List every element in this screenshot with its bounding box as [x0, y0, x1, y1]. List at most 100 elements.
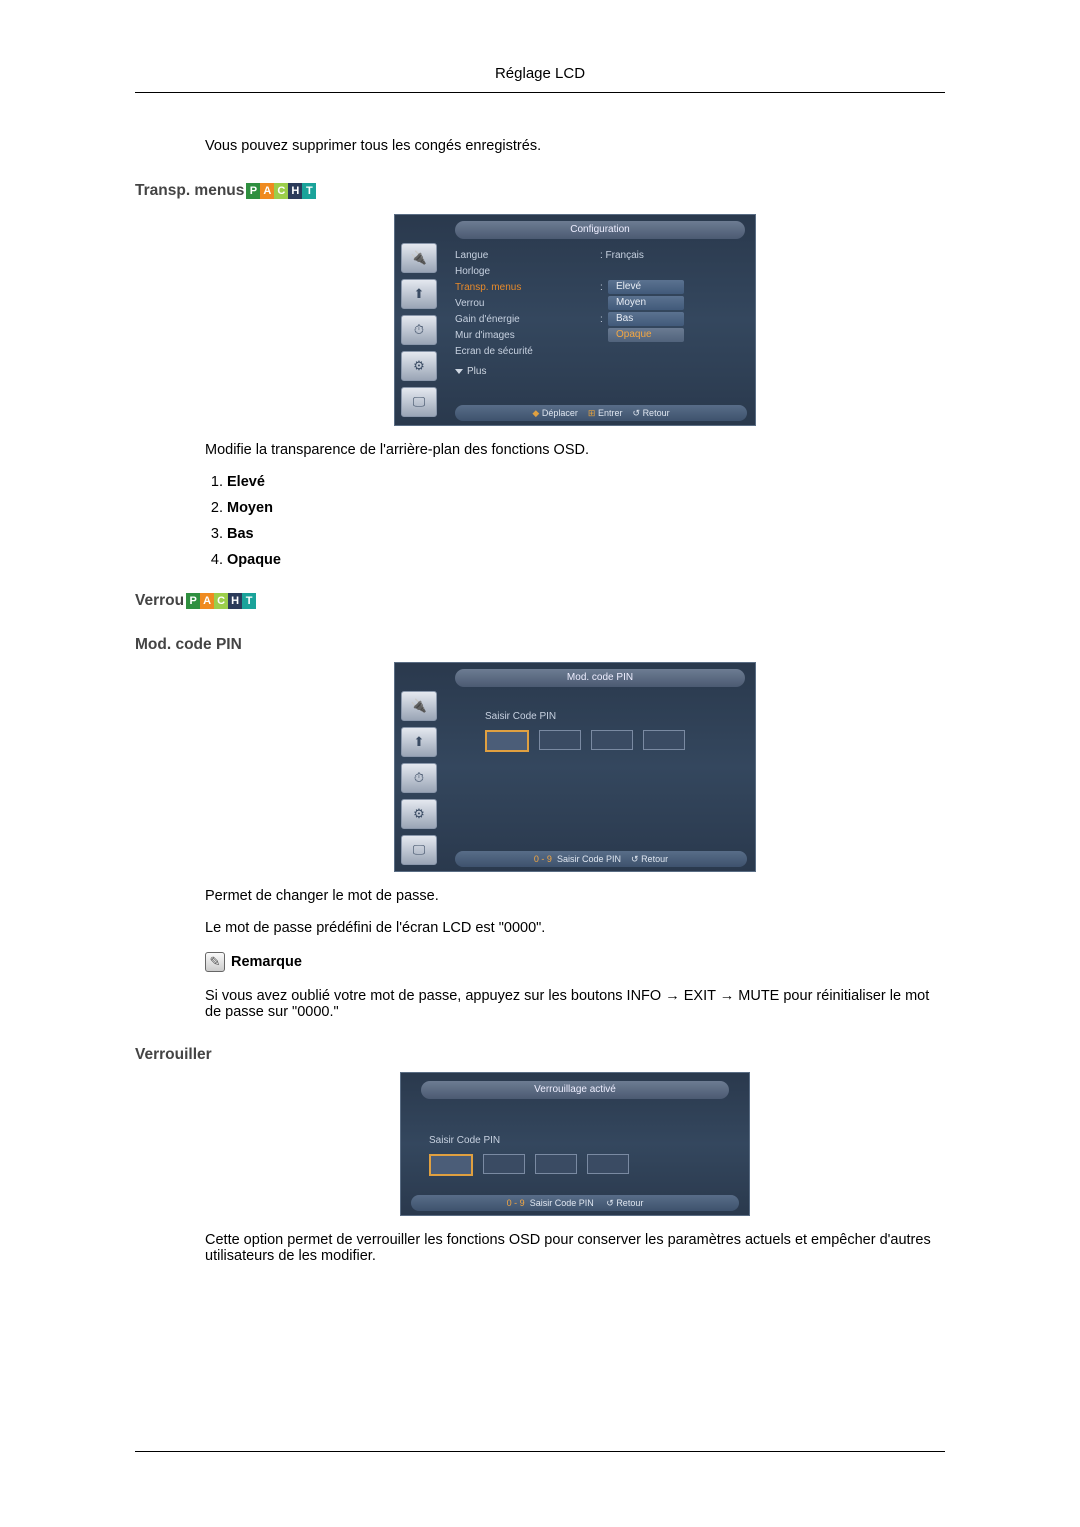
osd1-sep: : [600, 282, 608, 293]
osd3-hint-ret: Retour [616, 1198, 643, 1208]
osd3-body: Saisir Code PIN [401, 1103, 749, 1176]
osd3-hint: 0 - 9 Saisir Code PIN ↺ Retour [411, 1195, 739, 1211]
osd2-title: Mod. code PIN [455, 669, 745, 687]
osd1-row-transp: Transp. menus : Elevé [455, 279, 743, 295]
note-icon: ✎ [205, 952, 225, 972]
modpin-desc2: Le mot de passe prédéfini de l'écran LCD… [205, 920, 945, 936]
verrou-title-text: Verrou [135, 592, 184, 610]
pin-box-2[interactable] [539, 730, 581, 750]
section-transp-title: Transp. menus P A C H T [135, 182, 945, 200]
osd1-opt-moyen: Moyen [608, 296, 684, 310]
osd1-hint: ◆ Déplacer ⊞ Entrer ↺ Retour [455, 405, 747, 421]
osd-modpin: Mod. code PIN 🔌 ⬆ ⏱ ⚙ 🖵 Saisir Code PIN [394, 662, 756, 872]
pacht-badges-2: P A C H T [186, 593, 256, 609]
osd1-body: Langue : Français Horloge Transp. menus … [455, 247, 743, 379]
intro-text: Vous pouvez supprimer tous les congés en… [205, 138, 945, 154]
footer-rule [135, 1451, 945, 1452]
section-verrou-title: Verrou P A C H T [135, 592, 945, 610]
verrouiller-title: Verrouiller [135, 1046, 945, 1064]
osd1-title: Configuration [455, 221, 745, 239]
osd1-hint-enter: Entrer [598, 408, 623, 418]
osd1-sidebar: 🔌 ⬆ ⏱ ⚙ 🖵 [401, 243, 445, 417]
opt-2: Moyen [227, 500, 945, 516]
badge2-t: T [242, 593, 256, 609]
pin-box-1[interactable] [485, 730, 529, 752]
osd3-wrap: Verrouillage activé Saisir Code PIN 0 - … [205, 1072, 945, 1216]
osd1-verrou-label: Verrou [455, 298, 600, 309]
osd2-pin-boxes [485, 730, 743, 752]
osd1-horloge-label: Horloge [455, 266, 600, 277]
badge-p: P [246, 183, 260, 199]
chevron-down-icon [455, 369, 463, 374]
osd3-title: Verrouillage activé [421, 1081, 729, 1099]
osd2-icon-clock: ⏱ [401, 763, 437, 793]
osd-verrouillage: Verrouillage activé Saisir Code PIN 0 - … [400, 1072, 750, 1216]
osd2-icon-screen: 🖵 [401, 835, 437, 865]
osd3-pin-boxes [429, 1154, 749, 1176]
note-text: Si vous avez oublié votre mot de passe, … [205, 988, 945, 1020]
opt-4-label: Opaque [227, 552, 281, 568]
osd3-pin-label: Saisir Code PIN [429, 1103, 749, 1146]
opt-3: Bas [227, 526, 945, 542]
content: Vous pouvez supprimer tous les congés en… [205, 138, 945, 1264]
osd1-langue-label: Langue [455, 250, 600, 261]
osd1-transp-label: Transp. menus [455, 282, 600, 293]
osd1-mur-label: Mur d'images [455, 330, 600, 341]
hint-enter-icon: ⊞ [588, 408, 596, 418]
opt-3-label: Bas [227, 526, 254, 542]
osd2-body: Saisir Code PIN [455, 711, 743, 752]
badge2-c: C [214, 593, 228, 609]
badge2-h: H [228, 593, 242, 609]
osd1-opt-bas: Bas [608, 312, 684, 326]
osd1-gain-label: Gain d'énergie [455, 314, 600, 325]
osd-configuration: Configuration 🔌 ⬆ ⏱ ⚙ 🖵 Langue : Françai… [394, 214, 756, 426]
transp-title-text: Transp. menus [135, 182, 244, 200]
note-row: ✎ Remarque [205, 952, 945, 972]
osd2-hint-digits: 0 - 9 [534, 854, 552, 864]
osd1-wrap: Configuration 🔌 ⬆ ⏱ ⚙ 🖵 Langue : Françai… [205, 214, 945, 426]
opt-1-label: Elevé [227, 474, 265, 490]
hint-dot-icon: ◆ [532, 408, 539, 418]
osd1-hint-ret: Retour [643, 408, 670, 418]
osd2-icon-input: ⬆ [401, 727, 437, 757]
transp-desc: Modifie la transparence de l'arrière-pla… [205, 442, 945, 458]
osd1-row-ecran: Ecran de sécurité [455, 343, 743, 359]
pin3-box-2[interactable] [483, 1154, 525, 1174]
osd2-icon-gear: ⚙ [401, 799, 437, 829]
osd1-row-langue: Langue : Français [455, 247, 743, 263]
opt-1: Elevé [227, 474, 945, 490]
pacht-badges: P A C H T [246, 183, 316, 199]
hint-ret-icon2: ↺ [631, 854, 639, 864]
osd2-sidebar: 🔌 ⬆ ⏱ ⚙ 🖵 [401, 691, 445, 865]
modpin-desc1: Permet de changer le mot de passe. [205, 888, 945, 904]
pin-box-3[interactable] [591, 730, 633, 750]
note-label: Remarque [231, 954, 302, 970]
badge2-a: A [200, 593, 214, 609]
osd1-row-verrou: Verrou Moyen [455, 295, 743, 311]
pin3-box-4[interactable] [587, 1154, 629, 1174]
osd1-langue-value: : Français [600, 250, 644, 261]
pin-box-4[interactable] [643, 730, 685, 750]
osd-icon-gear: ⚙ [401, 351, 437, 381]
pin3-box-3[interactable] [535, 1154, 577, 1174]
osd1-row-horloge: Horloge [455, 263, 743, 279]
opt-4: Opaque [227, 552, 945, 568]
osd1-row-gain: Gain d'énergie : Bas [455, 311, 743, 327]
badge-t: T [302, 183, 316, 199]
modpin-title: Mod. code PIN [135, 636, 945, 654]
osd-icon-screen: 🖵 [401, 387, 437, 417]
osd1-ecran-label: Ecran de sécurité [455, 346, 600, 357]
osd-icon-plug: 🔌 [401, 243, 437, 273]
verrouiller-desc: Cette option permet de verrouiller les f… [205, 1232, 945, 1264]
page-title: Réglage LCD [135, 65, 945, 93]
osd-icon-input: ⬆ [401, 279, 437, 309]
osd1-plus: Plus [467, 366, 486, 377]
hint-ret-icon3: ↺ [606, 1198, 614, 1208]
pin3-box-1[interactable] [429, 1154, 473, 1176]
badge-c: C [274, 183, 288, 199]
osd1-row-plus: Plus [455, 363, 743, 379]
osd1-sep2: : [600, 314, 608, 325]
transp-options: Elevé Moyen Bas Opaque [227, 474, 945, 568]
badge2-p: P [186, 593, 200, 609]
osd-icon-clock: ⏱ [401, 315, 437, 345]
